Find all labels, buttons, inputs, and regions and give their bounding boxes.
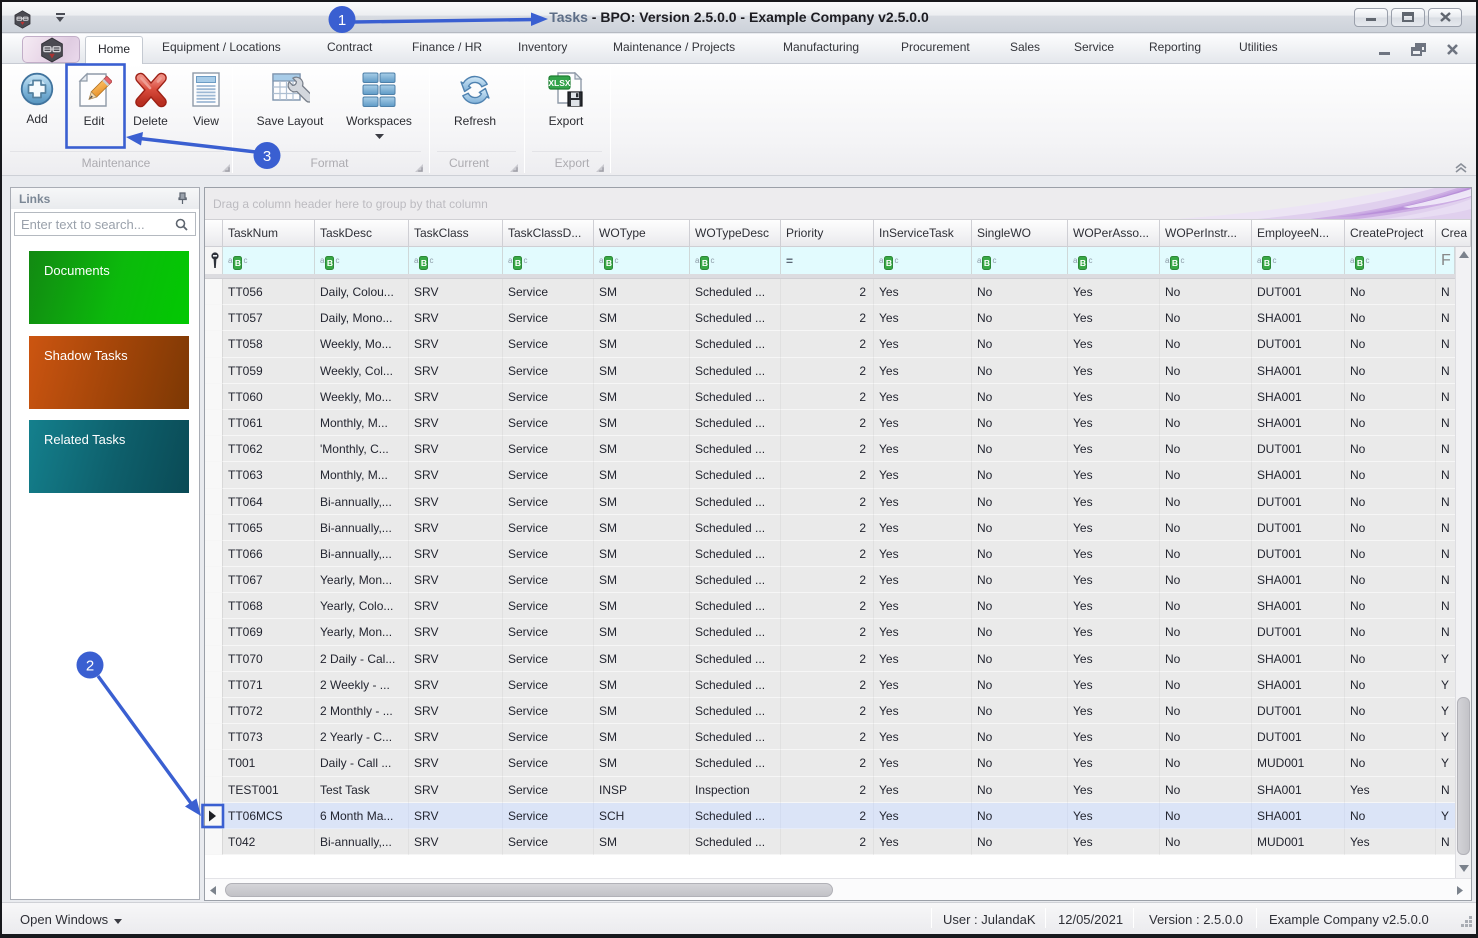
svg-text:XLSX: XLSX — [548, 78, 571, 88]
